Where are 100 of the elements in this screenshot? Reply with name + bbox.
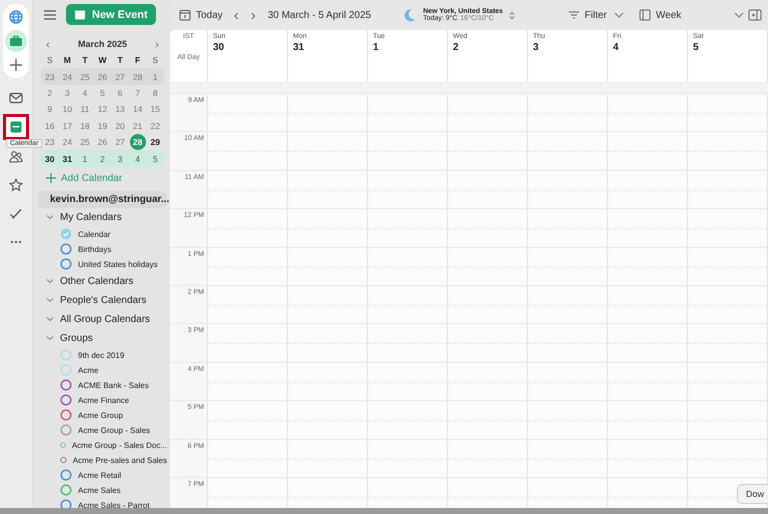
date[interactable]: 25 [76,137,94,148]
circle-checkbox[interactable] [60,409,72,422]
calendar-name[interactable]: United States holidays [78,260,158,269]
time-slot[interactable] [608,401,688,440]
time-slot[interactable] [208,170,288,210]
briefcase-button[interactable] [5,30,27,52]
time-slot[interactable] [368,170,448,210]
week-row[interactable]: 23 24 25 26 27 28 1 [41,68,164,85]
time-slot[interactable] [448,478,528,508]
date[interactable]: 15 [146,104,164,114]
date[interactable]: 4 [128,154,146,164]
date[interactable]: 11 [76,104,94,114]
chevron-down-icon[interactable] [46,213,54,222]
chevron-down-icon[interactable] [46,296,54,304]
date[interactable]: 22 [146,120,164,131]
date[interactable]: 26 [94,137,112,148]
previous-month-button[interactable]: ‹ [46,39,50,49]
time-slot[interactable] [368,362,448,402]
date[interactable]: 29 [146,137,164,148]
time-slot[interactable] [208,362,288,402]
calendar-name[interactable]: Acme Pre-sales and Sales [72,456,167,465]
time-slot[interactable] [608,286,688,324]
time-slot[interactable] [688,440,768,478]
date[interactable]: 19 [94,120,112,131]
time-slot[interactable] [688,132,768,171]
time-slot[interactable] [208,478,288,508]
calendar-button[interactable] [3,114,29,140]
circle-checkbox[interactable] [60,499,72,508]
time-slot[interactable] [608,478,688,508]
time-slot[interactable] [288,324,368,363]
time-slot[interactable] [528,478,608,508]
previous-week-button[interactable]: ‹ [230,6,243,24]
time-slot[interactable] [528,286,608,324]
time-slot[interactable] [288,362,368,402]
time-slot[interactable] [608,170,688,210]
time-slot[interactable] [608,209,688,248]
time-slot[interactable] [208,440,288,478]
time-slot[interactable] [208,286,288,324]
time-slot[interactable] [688,209,768,248]
time-slot[interactable] [688,324,768,363]
time-slot[interactable] [448,248,528,286]
calendar-name[interactable]: 9th dec 2019 [78,350,124,360]
time-slot[interactable] [528,401,608,440]
date[interactable]: 1 [146,72,164,82]
time-slot[interactable] [288,478,368,508]
time-slot[interactable] [368,440,448,478]
week-row[interactable]: 2 3 4 5 6 7 8 [41,84,164,102]
time-slot[interactable] [288,440,368,478]
date[interactable]: 20 [111,120,129,131]
filter-button[interactable]: Filter [564,10,610,20]
date[interactable]: 13 [111,104,129,114]
date[interactable]: 30 [41,154,59,164]
date[interactable]: 2 [41,88,59,98]
new-event-button[interactable]: New Event [66,4,156,25]
date[interactable]: 10 [58,104,76,114]
calendar-name[interactable]: Calendar [78,230,110,239]
time-slot[interactable] [208,132,288,171]
week-row[interactable]: 23 24 25 26 27 28 29 [41,134,164,150]
date[interactable]: 9 [41,104,59,114]
chevron-down-icon[interactable] [614,11,624,19]
time-slot[interactable] [208,248,288,286]
chevron-down-icon[interactable] [46,334,54,342]
add-panel-icon[interactable] [748,9,762,21]
date[interactable]: 23 [41,72,59,82]
time-slot[interactable] [368,478,448,508]
time-slot[interactable] [448,132,528,171]
date[interactable]: 12 [94,104,112,114]
time-slot[interactable] [368,209,448,248]
time-slot[interactable] [368,401,448,440]
time-slot[interactable] [368,94,448,132]
calendar-name[interactable]: Birthdays [78,244,112,254]
date[interactable]: 7 [128,88,146,98]
time-slot[interactable] [608,94,688,132]
time-slot[interactable] [528,170,608,210]
time-slot[interactable] [608,324,688,363]
time-slot[interactable] [528,440,608,478]
date[interactable]: 21 [128,120,146,131]
time-slot[interactable] [688,94,768,132]
time-slot[interactable] [288,248,368,286]
time-slot[interactable] [688,248,768,286]
time-slot[interactable] [288,132,368,171]
calendar-name[interactable]: ACME Bank - Sales [78,380,149,390]
circle-checkbox[interactable] [60,379,72,392]
calendar-name[interactable]: Acme Retail [78,470,122,480]
date[interactable]: 23 [41,137,59,148]
time-slot[interactable] [288,286,368,324]
section-header[interactable]: People's Calendars [60,294,146,306]
time-slot[interactable] [448,324,528,363]
next-month-button[interactable]: › [155,39,159,49]
time-slot[interactable] [288,170,368,210]
date[interactable]: 6 [111,88,129,98]
time-slot[interactable] [448,286,528,324]
time-slot[interactable] [688,170,768,210]
date[interactable]: 18 [76,120,94,131]
section-header[interactable]: Groups [60,332,93,344]
time-slot[interactable] [368,132,448,171]
section-header[interactable]: Other Calendars [60,276,134,287]
date[interactable]: 27 [111,137,129,148]
time-slot[interactable] [368,324,448,363]
date[interactable]: 3 [111,154,129,164]
